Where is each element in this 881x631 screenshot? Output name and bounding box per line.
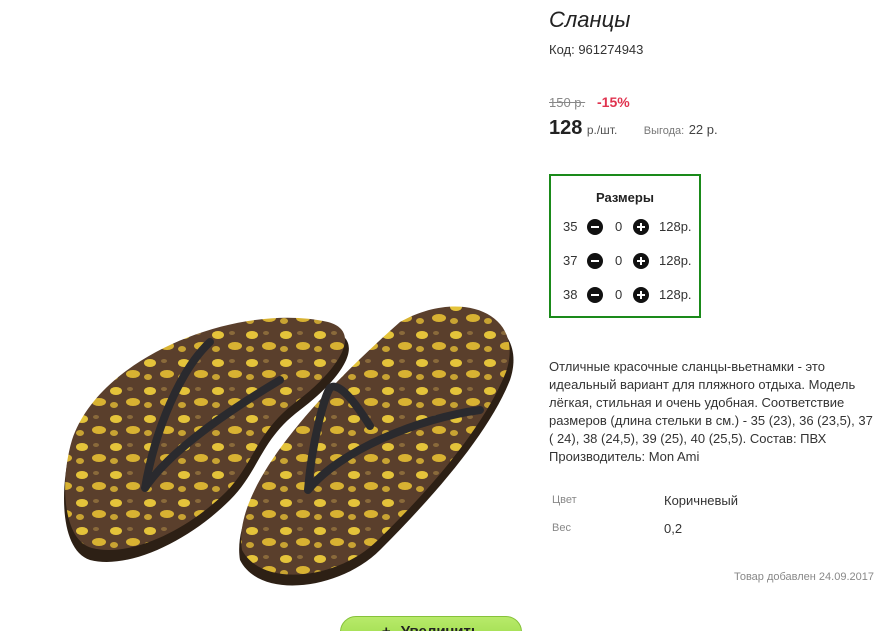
price-row: 128 р./шт. Выгода: 22 р. [549,117,718,140]
property-value-weight: 0,2 [664,521,683,536]
size-price: 128р. [659,253,692,268]
increase-quantity-button[interactable] [633,219,649,235]
product-description: Отличные красочные сланцы-вьетнамки - эт… [549,359,873,464]
product-image[interactable] [40,300,520,600]
sizes-title: Размеры [596,190,654,205]
quantity-value: 0 [615,219,623,234]
decrease-quantity-button[interactable] [587,219,603,235]
sizes-panel: Размеры 35 0 128р. 37 0 128р. 38 0 128р. [549,174,701,318]
decrease-quantity-button[interactable] [587,287,603,303]
old-price: 150 р. [549,95,586,110]
size-row: 37 0 128р. [563,252,699,272]
size-number: 37 [563,253,578,268]
zoom-label: Увеличить [401,623,480,631]
size-number: 38 [563,287,578,302]
quantity-value: 0 [615,287,623,302]
price-unit: р./шт. [586,123,618,137]
savings-label: Выгода: [643,125,685,137]
price-value: 128 [549,117,583,139]
property-value-color: Коричневый [664,493,738,508]
product-image-area: + Увеличить [0,0,540,631]
decrease-quantity-button[interactable] [587,253,603,269]
property-label-color: Цвет [552,494,577,506]
size-price: 128р. [659,287,692,302]
savings-value: 22 р. [688,122,718,137]
size-row: 35 0 128р. [563,218,699,238]
added-date: Товар добавлен 24.09.2017 [733,571,874,583]
increase-quantity-button[interactable] [633,253,649,269]
increase-quantity-button[interactable] [633,287,649,303]
product-title: Сланцы [549,7,631,32]
property-label-weight: Вес [552,522,571,534]
product-code: Код: 961274943 [549,42,644,57]
quantity-value: 0 [615,253,623,268]
discount-badge: -15% [597,94,630,110]
plus-icon: + [382,623,391,631]
size-row: 38 0 128р. [563,286,699,306]
size-price: 128р. [659,219,692,234]
size-number: 35 [563,219,578,234]
zoom-button[interactable]: + Увеличить [340,616,522,631]
